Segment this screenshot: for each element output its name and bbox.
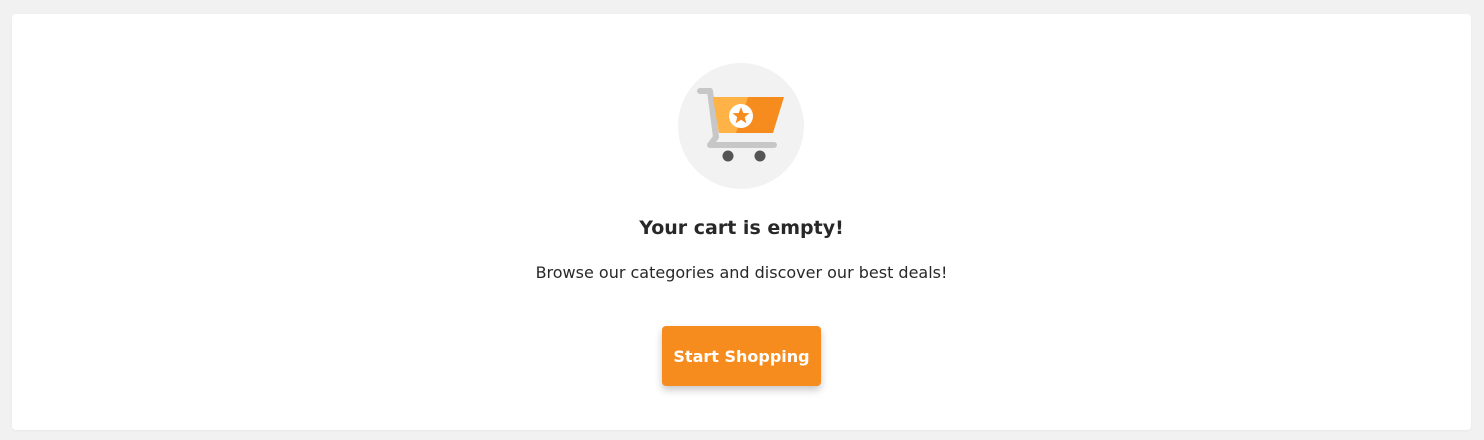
empty-cart-card: Your cart is empty! Browse our categorie… bbox=[12, 14, 1471, 430]
empty-cart-illustration bbox=[678, 63, 804, 189]
empty-cart-subtext: Browse our categories and discover our b… bbox=[535, 263, 948, 282]
start-shopping-button[interactable]: Start Shopping bbox=[662, 326, 821, 386]
empty-cart-headline: Your cart is empty! bbox=[639, 217, 844, 239]
shopping-cart-star-icon bbox=[678, 63, 804, 189]
